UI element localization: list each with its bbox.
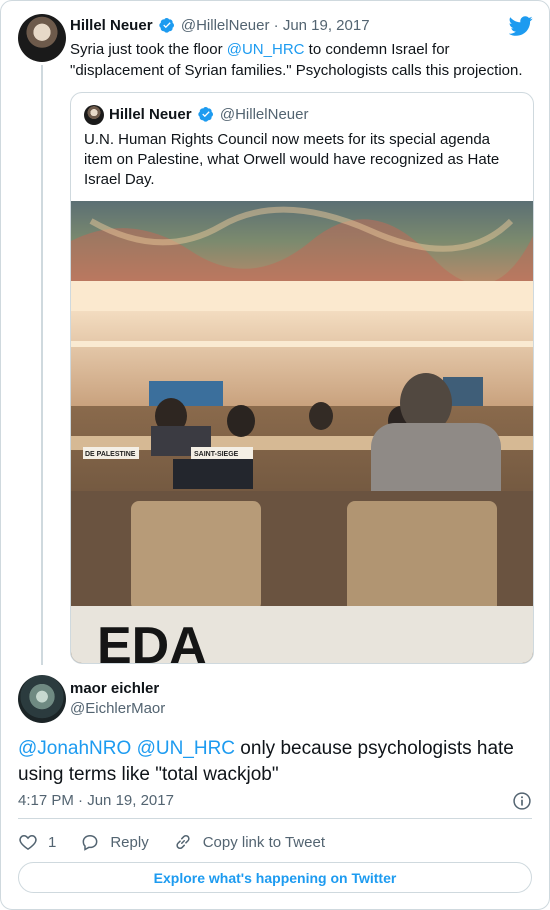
desk-sign-saint-siege: SAINT-SIEGE [194,451,239,458]
reply-date: Jun 19, 2017 [87,792,174,809]
like-count: 1 [48,833,57,851]
reply-label: Reply [110,833,149,851]
verified-badge-icon [198,107,213,122]
author-avatar[interactable] [18,14,66,62]
reply-author-name[interactable]: maor eichler [70,680,159,697]
info-icon[interactable] [512,791,532,811]
heart-icon [19,834,37,850]
twitter-logo-icon[interactable] [509,14,533,38]
author-name[interactable]: Hillel Neuer [70,17,153,34]
quoted-tweet-header: Hillel Neuer @HillelNeuer [109,106,308,123]
copy-link-label: Copy link to Tweet [202,833,325,851]
reply-author-handle[interactable]: @EichlerMaor [70,700,165,717]
explore-twitter-button[interactable]: Explore what's happening on Twitter [18,862,532,893]
header-separator: · [273,17,279,34]
quoted-tweet-text: U.N. Human Rights Council now meets for … [84,131,500,188]
desk-sign-palestine: DE PALESTINE [85,451,136,458]
divider [18,818,532,819]
main-tweet-text: Syria just took the floor @UN_HRC to con… [70,39,535,81]
quoted-tweet[interactable]: Hillel Neuer @HillelNeuer U.N. Human Rig… [70,92,534,664]
reply-author-avatar[interactable] [18,675,66,723]
copy-link-button[interactable]: Copy link to Tweet [173,832,325,852]
thread-line [41,65,43,665]
verified-badge-icon [159,18,174,33]
like-button[interactable]: 1 [18,832,56,852]
timestamp-separator: · [78,792,84,809]
reply-bubble-icon [82,834,98,851]
mention-link-jonahnro[interactable]: @JonahNRO [18,738,131,759]
mention-link[interactable]: @UN_HRC [227,41,305,58]
reply-time: 4:17 PM [18,792,74,809]
quoted-author-name: Hillel Neuer [109,106,192,123]
foreground-sign-text: EDA [97,617,207,663]
reply-tweet-text: @JonahNRO @UN_HRC only because psycholog… [18,736,518,788]
quoted-author-handle: @HillelNeuer [219,106,309,123]
tweet-embed-card: Hillel Neuer @HillelNeuer · Jun 19, 2017… [0,0,550,910]
reply-timestamp[interactable]: 4:17 PM · Jun 19, 2017 [18,792,174,809]
mention-link-un-hrc[interactable]: @UN_HRC [137,738,235,759]
tweet-date[interactable]: Jun 19, 2017 [283,17,370,34]
main-tweet-header: Hillel Neuer @HillelNeuer · Jun 19, 2017 [70,17,370,34]
reply-button[interactable]: Reply [80,832,149,852]
tweet-actions: 1 Reply Copy link to Tweet [18,831,349,853]
quoted-author-avatar [84,105,104,125]
author-handle[interactable]: @HillelNeuer [181,17,270,34]
link-icon [176,834,190,850]
council-chamber-photo[interactable]: DE PALESTINE SAINT-SIEGE EDA [71,201,533,663]
main-tweet-text-start: Syria just took the floor [70,41,227,58]
